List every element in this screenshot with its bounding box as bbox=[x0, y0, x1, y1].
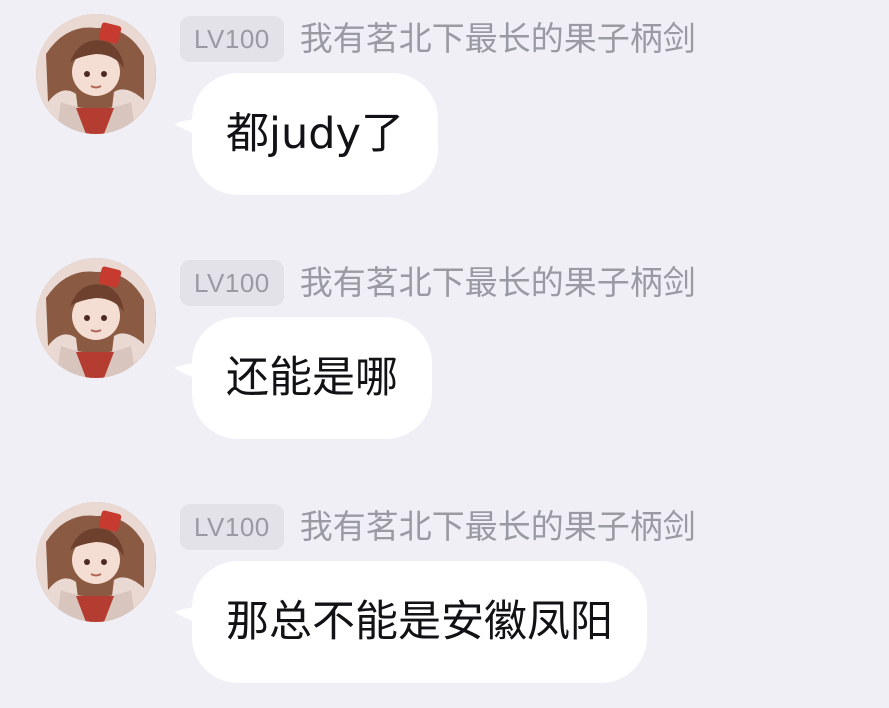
level-badge: LV100 bbox=[180, 504, 284, 550]
avatar-image bbox=[36, 502, 156, 622]
avatar[interactable] bbox=[36, 258, 156, 378]
message-bubble[interactable]: 都judy了 bbox=[192, 73, 438, 195]
avatar-image bbox=[36, 14, 156, 134]
chat-message: LV100 我有茗北下最长的果子柄剑 还能是哪 bbox=[0, 244, 889, 464]
sender-name[interactable]: 我有茗北下最长的果子柄剑 bbox=[300, 16, 696, 62]
message-bubble[interactable]: 那总不能是安徽凤阳 bbox=[192, 561, 647, 683]
sender-name[interactable]: 我有茗北下最长的果子柄剑 bbox=[300, 504, 696, 550]
level-badge: LV100 bbox=[180, 16, 284, 62]
sender-name[interactable]: 我有茗北下最长的果子柄剑 bbox=[300, 260, 696, 306]
level-badge: LV100 bbox=[180, 260, 284, 306]
message-meta: LV100 我有茗北下最长的果子柄剑 bbox=[180, 502, 696, 552]
avatar-image bbox=[36, 258, 156, 378]
message-meta: LV100 我有茗北下最长的果子柄剑 bbox=[180, 258, 696, 308]
avatar[interactable] bbox=[36, 14, 156, 134]
avatar[interactable] bbox=[36, 502, 156, 622]
message-bubble[interactable]: 还能是哪 bbox=[192, 317, 432, 439]
message-meta: LV100 我有茗北下最长的果子柄剑 bbox=[180, 14, 696, 64]
chat-message: LV100 我有茗北下最长的果子柄剑 那总不能是安徽凤阳 bbox=[0, 488, 889, 708]
chat-message: LV100 我有茗北下最长的果子柄剑 都judy了 bbox=[0, 0, 889, 220]
